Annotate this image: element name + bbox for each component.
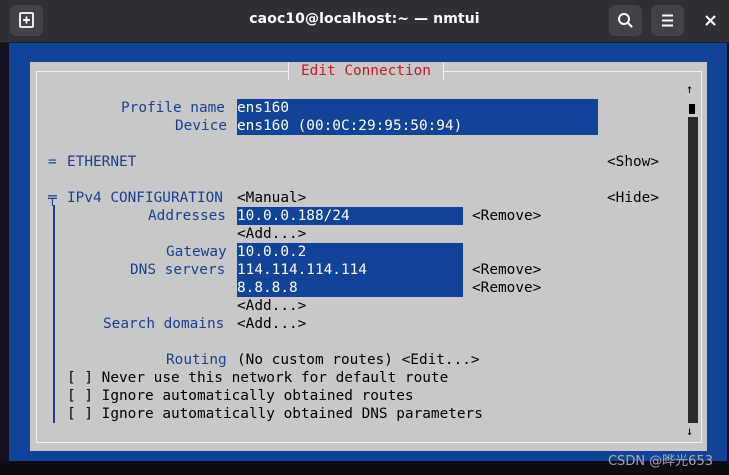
gateway-input[interactable]: 10.0.0.2: [237, 243, 463, 261]
watermark: CSDN @晔光653: [607, 454, 713, 469]
scroll-thumb[interactable]: [689, 104, 695, 114]
ethernet-marker: =: [48, 154, 57, 170]
scroll-down-arrow[interactable]: ↓: [686, 424, 693, 438]
close-icon: [705, 15, 716, 26]
scrollbar-track[interactable]: [688, 117, 698, 423]
ethernet-section-label: ETHERNET: [67, 154, 137, 170]
device-input[interactable]: ens160 (00:0C:29:95:50:94): [237, 117, 598, 135]
close-button[interactable]: [701, 11, 721, 31]
ethernet-show-button[interactable]: <Show>: [607, 153, 659, 171]
gateway-value: 10.0.0.2: [237, 244, 307, 260]
search-domains-add-button[interactable]: <Add...>: [237, 315, 306, 333]
checkbox-mark[interactable]: [ ]: [67, 388, 93, 404]
title-bar: caoc10@localhost:~ — nmtui: [0, 0, 729, 43]
device-label: Device: [175, 118, 227, 134]
checkbox-label: Ignore automatically obtained DNS parame…: [101, 406, 483, 422]
address-remove-button[interactable]: <Remove>: [472, 207, 541, 225]
checkbox-label: Never use this network for default route: [101, 370, 449, 386]
dns-server-input[interactable]: 114.114.114.114: [237, 261, 463, 279]
menu-button[interactable]: [651, 5, 684, 36]
ipv4-section-label: IPv4 CONFIGURATION: [67, 190, 223, 206]
search-icon: [618, 13, 633, 28]
profile-name-input[interactable]: ens160: [237, 99, 598, 117]
search-domains-label: Search domains: [103, 316, 225, 332]
address-value: 10.0.0.188/24: [237, 208, 350, 224]
checkbox-ignore-dns[interactable]: [ ] Ignore automatically obtained DNS pa…: [67, 405, 483, 423]
profile-name-label: Profile name: [121, 100, 225, 116]
dns-add-button[interactable]: <Add...>: [237, 297, 306, 315]
checkbox-default-route[interactable]: [ ] Never use this network for default r…: [67, 369, 448, 387]
dns-server-input[interactable]: 8.8.8.8: [237, 279, 463, 297]
checkbox-label: Ignore automatically obtained routes: [101, 388, 414, 404]
routing-edit-button[interactable]: (No custom routes) <Edit...>: [237, 351, 480, 369]
dialog-title: Edit Connection: [288, 62, 444, 80]
dns-server-value: 114.114.114.114: [237, 262, 367, 278]
search-button[interactable]: [609, 5, 642, 36]
menu-icon: [662, 14, 673, 27]
dns-server-value: 8.8.8.8: [237, 280, 298, 296]
device-value: ens160 (00:0C:29:95:50:94): [237, 118, 463, 134]
dns-remove-button[interactable]: <Remove>: [472, 261, 541, 279]
left-edge: [0, 43, 9, 461]
address-input[interactable]: 10.0.0.188/24: [237, 207, 463, 225]
gateway-label: Gateway: [166, 244, 227, 260]
dns-remove-button[interactable]: <Remove>: [472, 279, 541, 297]
checkbox-mark[interactable]: [ ]: [67, 406, 93, 422]
ipv4-hide-button[interactable]: <Hide>: [607, 189, 659, 207]
scroll-up-arrow[interactable]: ↑: [686, 82, 693, 96]
ipv4-section-bracket: [53, 205, 55, 423]
dns-servers-label: DNS servers: [130, 262, 226, 278]
address-add-button[interactable]: <Add...>: [237, 225, 306, 243]
addresses-label: Addresses: [148, 208, 226, 224]
checkbox-mark[interactable]: [ ]: [67, 370, 93, 386]
checkbox-ignore-routes[interactable]: [ ] Ignore automatically obtained routes: [67, 387, 414, 405]
routing-label: Routing: [166, 352, 227, 368]
dialog-title-text: Edit Connection: [301, 63, 431, 79]
profile-name-value: ens160: [237, 100, 289, 116]
ipv4-method-dropdown[interactable]: <Manual>: [237, 189, 306, 207]
